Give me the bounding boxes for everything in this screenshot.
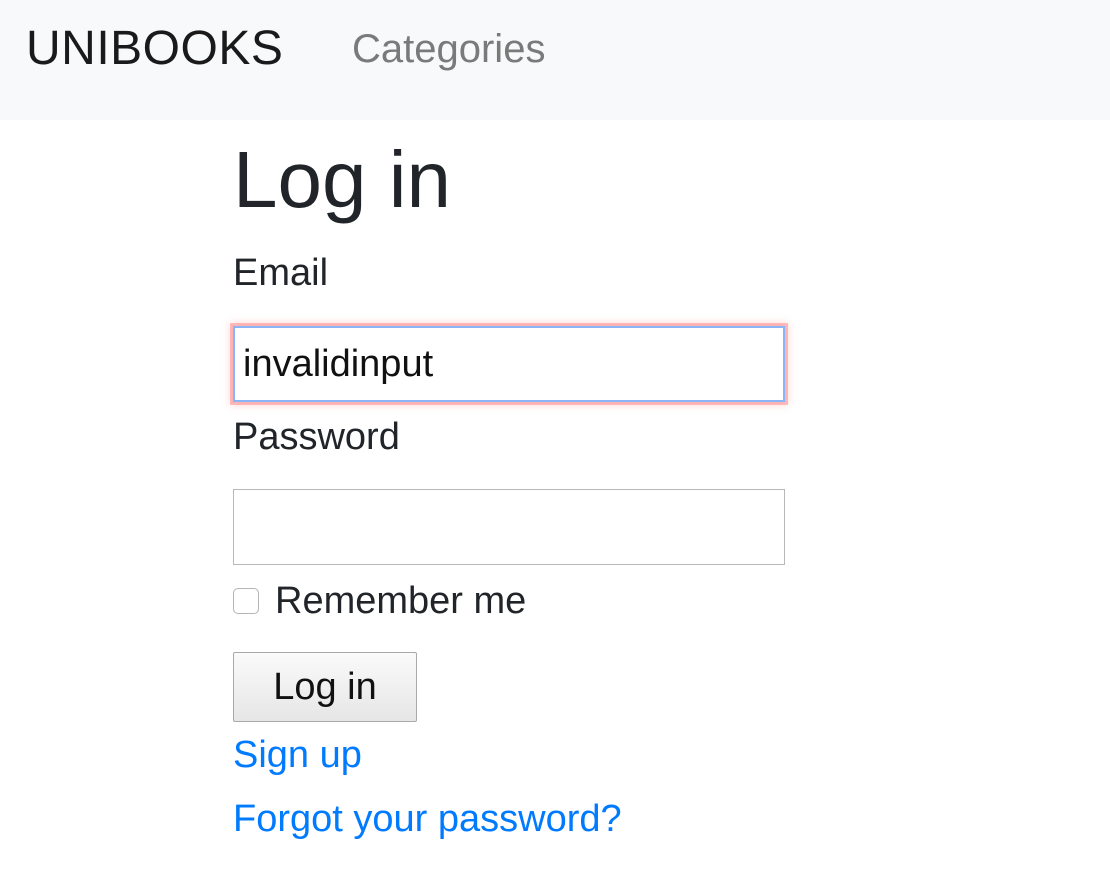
remember-me-row: Remember me (233, 578, 526, 624)
sign-up-link[interactable]: Sign up (233, 732, 362, 778)
nav-link-categories[interactable]: Categories (352, 24, 545, 74)
password-field[interactable] (233, 489, 785, 565)
brand-logo-link[interactable]: UNIBOOKS (26, 20, 283, 78)
page-title: Log in (233, 135, 451, 224)
navbar: UNIBOOKS Categories (0, 0, 1110, 120)
remember-me-label: Remember me (275, 580, 527, 622)
forgot-password-link[interactable]: Forgot your password? (233, 796, 622, 842)
email-label: Email (233, 252, 329, 294)
remember-me-checkbox[interactable] (233, 588, 259, 614)
password-label: Password (233, 416, 400, 458)
email-field[interactable] (233, 326, 785, 402)
login-button[interactable]: Log in (233, 652, 417, 722)
